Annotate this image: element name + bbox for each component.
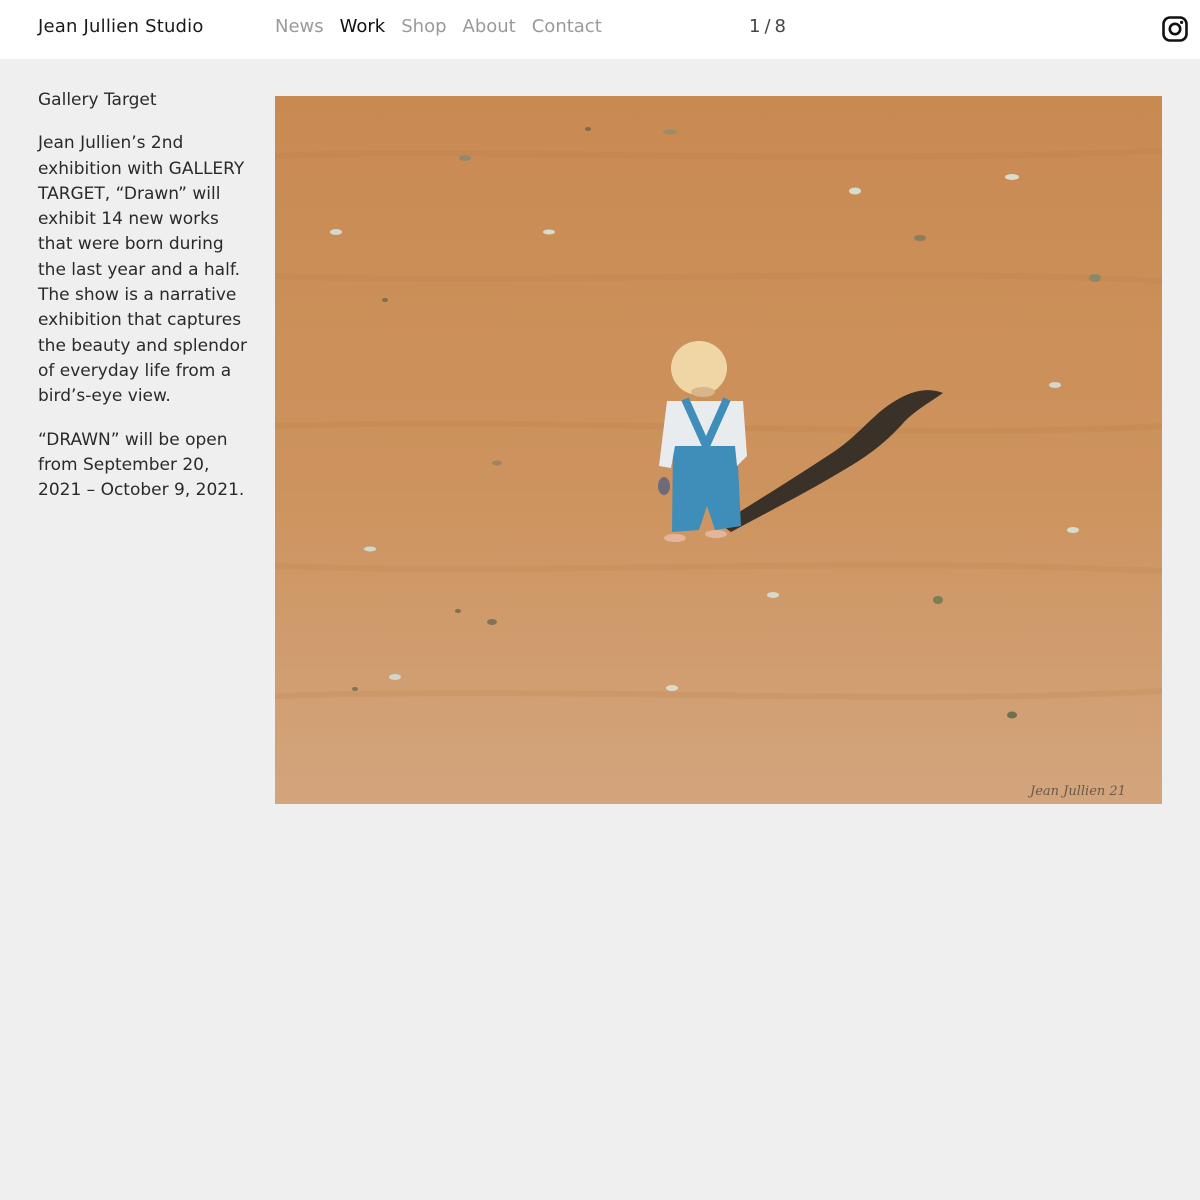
nav-news[interactable]: News [275, 16, 324, 37]
slide-counter-total: 8 [774, 16, 786, 37]
instagram-icon[interactable] [1162, 16, 1188, 42]
project-paragraph-1: Jean Jullien’s 2nd exhibition with GALLE… [38, 133, 248, 407]
main-nav: News Work Shop About Contact [275, 16, 602, 37]
top-navigation-bar: Jean Jullien Studio News Work Shop About… [0, 0, 1200, 59]
nav-contact[interactable]: Contact [532, 16, 602, 37]
slide-counter-separator: / [764, 16, 771, 37]
nav-shop[interactable]: Shop [401, 16, 446, 37]
artwork-image[interactable]: Jean Jullien 21 [275, 96, 1162, 804]
project-title: Gallery Target [38, 90, 157, 110]
nav-work[interactable]: Work [340, 16, 386, 37]
artwork-signature: Jean Jullien 21 [1027, 784, 1126, 799]
project-paragraph-2: “DRAWN” will be open from September 20, … [38, 429, 245, 501]
brand-logo-link[interactable]: Jean Jullien Studio [38, 16, 204, 37]
slide-counter-current: 1 [749, 16, 761, 37]
project-description: Gallery Target Jean Jullien’s 2nd exhibi… [38, 88, 253, 521]
slide-counter: 1 / 8 [749, 16, 786, 37]
nav-about[interactable]: About [463, 16, 516, 37]
